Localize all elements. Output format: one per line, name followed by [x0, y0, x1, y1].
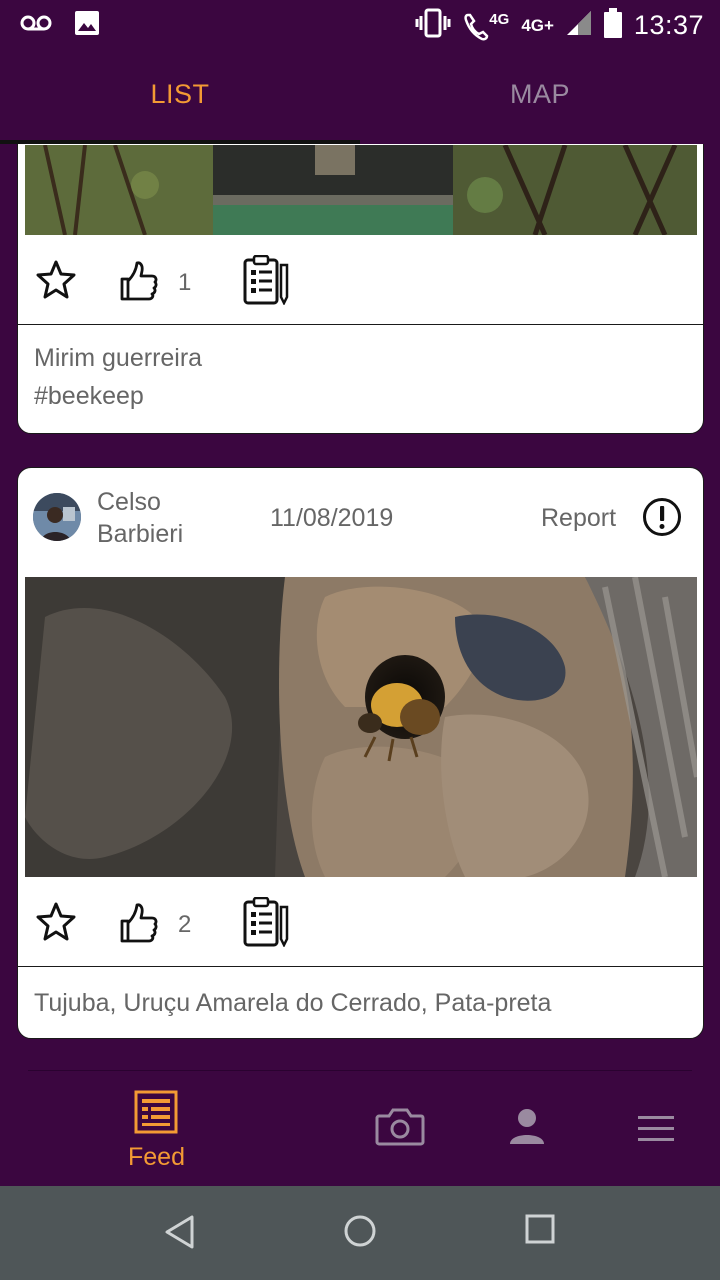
thumbs-up-icon[interactable]: [118, 259, 158, 308]
like-count: 2: [178, 911, 192, 938]
battery-icon: [603, 8, 622, 43]
thumbs-up-icon[interactable]: [118, 901, 158, 950]
system-nav-bar: [0, 1186, 720, 1280]
status-bar: 4G 4G+ 13:37: [0, 0, 720, 50]
author-last-name: Barbieri: [97, 520, 184, 548]
nav-menu[interactable]: [636, 1114, 676, 1149]
post-header: Celso Barbieri 11/08/2019 Report: [18, 468, 703, 577]
clipboard-notes-icon[interactable]: [243, 254, 289, 310]
tab-list[interactable]: LIST: [0, 50, 360, 144]
post-caption: Mirim guerreira #beekeep: [34, 339, 202, 415]
signal-icon: [566, 10, 592, 41]
top-tabs: LIST MAP: [0, 50, 720, 144]
post-actions: 1: [18, 235, 703, 325]
network-label-2: 4G+: [521, 15, 554, 35]
image-icon: [74, 10, 100, 41]
clipboard-notes-icon[interactable]: [243, 896, 289, 952]
report-alert-icon[interactable]: [642, 497, 682, 542]
nav-profile[interactable]: [508, 1108, 546, 1151]
nav-camera[interactable]: [375, 1106, 425, 1151]
wifi-call-icon: 4G: [463, 11, 509, 41]
post-actions: 2: [18, 877, 703, 967]
feed-list[interactable]: 1 Mirim guerreira #beekeep Celso Barbier…: [0, 144, 720, 1070]
voicemail-icon: [20, 13, 52, 38]
vibrate-icon: [415, 8, 451, 43]
avatar[interactable]: [33, 493, 81, 541]
like-count: 1: [178, 269, 192, 296]
caption-line: Mirim guerreira: [34, 344, 203, 372]
home-icon[interactable]: [343, 1214, 377, 1253]
post-card[interactable]: 1 Mirim guerreira #beekeep: [17, 144, 704, 434]
nav-feed-label: Feed: [128, 1143, 185, 1171]
back-icon[interactable]: [164, 1214, 196, 1255]
nav-divider: [28, 1070, 692, 1071]
favorite-star-icon[interactable]: [36, 901, 76, 946]
clock: 13:37: [633, 10, 704, 40]
recents-icon[interactable]: [525, 1214, 555, 1249]
post-photo[interactable]: [25, 145, 697, 235]
post-photo[interactable]: [25, 577, 697, 877]
post-date: 11/08/2019: [270, 504, 394, 532]
tab-map[interactable]: MAP: [360, 50, 720, 144]
feed-icon: [134, 1090, 178, 1139]
profile-icon: [508, 1108, 546, 1151]
post-caption: Tujuba, Uruçu Amarela do Cerrado, Pata-p…: [34, 989, 552, 1017]
favorite-star-icon[interactable]: [36, 259, 76, 304]
network-label-1: 4G: [489, 10, 510, 28]
post-card[interactable]: Celso Barbieri 11/08/2019 Report 2 Tujub…: [17, 467, 704, 1039]
bottom-nav: Feed: [0, 1070, 720, 1186]
author-name[interactable]: Celso Barbieri: [97, 486, 237, 550]
author-first-name: Celso: [97, 488, 161, 516]
nav-feed[interactable]: Feed: [128, 1090, 185, 1172]
menu-icon: [636, 1114, 676, 1149]
caption-hashtag[interactable]: #beekeep: [34, 377, 202, 415]
report-button[interactable]: Report: [541, 504, 616, 533]
camera-icon: [375, 1106, 425, 1151]
